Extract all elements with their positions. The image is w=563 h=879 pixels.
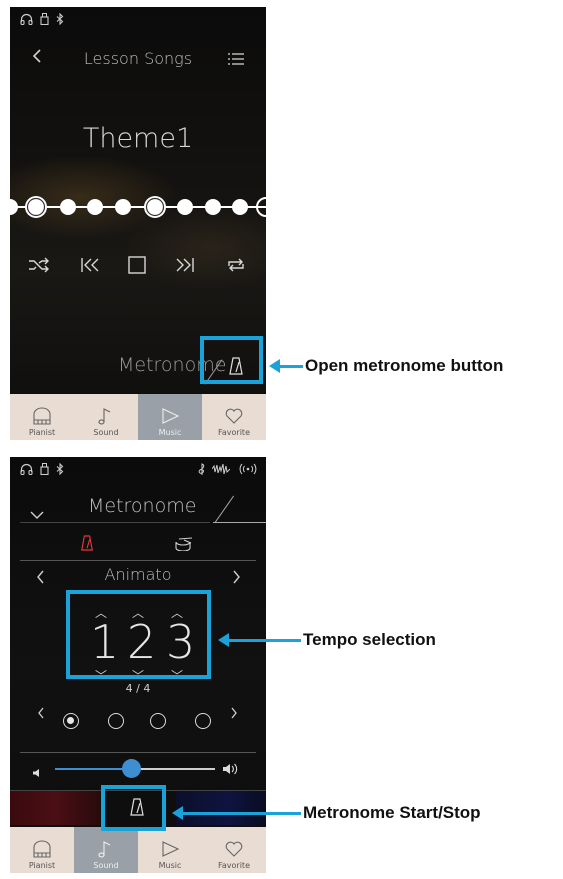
callout-line bbox=[227, 639, 301, 642]
volume-low-icon bbox=[32, 763, 42, 782]
tempo-selection-highlight bbox=[66, 590, 211, 679]
beat-indicator-3 bbox=[150, 713, 166, 729]
callout-line bbox=[181, 812, 301, 815]
music-note-icon bbox=[98, 408, 111, 425]
piano-icon bbox=[33, 840, 51, 858]
heart-icon bbox=[225, 408, 243, 424]
divider bbox=[20, 560, 256, 561]
divider bbox=[214, 495, 235, 523]
volume-high-icon bbox=[222, 761, 240, 780]
nav-music-label: Music bbox=[158, 861, 182, 870]
rhythm-next-icon[interactable] bbox=[232, 569, 241, 588]
divider bbox=[213, 522, 266, 523]
time-signature: 4 / 4 bbox=[125, 682, 151, 695]
nav-favorite[interactable]: Favorite bbox=[202, 827, 266, 873]
nav-pianist[interactable]: Pianist bbox=[10, 394, 74, 440]
volume-slider-knob[interactable] bbox=[122, 759, 141, 778]
music-note-icon bbox=[98, 841, 111, 858]
play-icon bbox=[162, 408, 180, 424]
volume-slider-fill bbox=[55, 768, 131, 770]
usb-icon bbox=[40, 463, 49, 479]
nav-pianist[interactable]: Pianist bbox=[10, 827, 74, 873]
nav-pianist-label: Pianist bbox=[28, 428, 56, 437]
stop-icon[interactable] bbox=[128, 256, 146, 278]
play-icon bbox=[162, 841, 180, 857]
list-menu-icon[interactable] bbox=[228, 51, 244, 70]
tempo-selection-callout: Tempo selection bbox=[303, 630, 436, 649]
nav-sound[interactable]: Sound bbox=[74, 827, 138, 873]
nav-pianist-label: Pianist bbox=[28, 861, 56, 870]
nav-favorite-label: Favorite bbox=[218, 428, 250, 437]
bottom-nav: Pianist Sound Music Favorite bbox=[10, 827, 266, 873]
callout-arrow-icon bbox=[172, 806, 183, 820]
divider bbox=[20, 752, 256, 753]
metronome-title: Metronome bbox=[88, 495, 197, 517]
bottom-nav: Pianist Sound Music Favorite bbox=[10, 394, 266, 440]
callout-line bbox=[278, 365, 303, 368]
heart-icon bbox=[225, 841, 243, 857]
beat-flash-left bbox=[10, 791, 100, 825]
beat-indicator-1 bbox=[63, 713, 79, 729]
next-icon[interactable] bbox=[175, 257, 195, 277]
callout-arrow-icon bbox=[218, 633, 229, 647]
divider bbox=[20, 522, 210, 523]
previous-icon[interactable] bbox=[80, 257, 100, 277]
nav-sound-label: Sound bbox=[93, 861, 119, 870]
headphones-icon bbox=[20, 463, 33, 479]
time-signature-next-icon[interactable] bbox=[230, 704, 238, 723]
tab-metronome[interactable] bbox=[80, 534, 94, 556]
shuffle-icon[interactable] bbox=[28, 257, 50, 277]
repeat-icon[interactable] bbox=[226, 257, 246, 277]
beat-indicator-2 bbox=[108, 713, 124, 729]
tab-drum[interactable] bbox=[175, 536, 193, 555]
song-title: Theme1 bbox=[82, 123, 194, 154]
headphones-icon bbox=[20, 13, 33, 29]
wireless-icon bbox=[239, 463, 257, 479]
treble-clef-icon bbox=[198, 463, 206, 480]
nav-favorite[interactable]: Favorite bbox=[202, 394, 266, 440]
start-stop-callout: Metronome Start/Stop bbox=[303, 803, 481, 822]
open-metronome-highlight bbox=[200, 336, 263, 384]
callout-arrow-icon bbox=[269, 359, 280, 373]
rhythm-name: Animato bbox=[104, 565, 172, 584]
time-signature-prev-icon[interactable] bbox=[37, 704, 45, 723]
song-position-dots[interactable] bbox=[10, 193, 266, 221]
bluetooth-icon bbox=[56, 462, 64, 479]
waveform-icon bbox=[211, 463, 231, 479]
open-metronome-callout: Open metronome button bbox=[305, 356, 504, 375]
start-stop-highlight bbox=[101, 785, 166, 831]
nav-favorite-label: Favorite bbox=[218, 861, 250, 870]
nav-music[interactable]: Music bbox=[138, 827, 202, 873]
metronome-icon bbox=[81, 535, 93, 551]
nav-sound[interactable]: Sound bbox=[74, 394, 138, 440]
bluetooth-icon bbox=[56, 12, 64, 29]
beat-indicator-4 bbox=[195, 713, 211, 729]
nav-music[interactable]: Music bbox=[138, 394, 202, 440]
nav-music-label: Music bbox=[158, 428, 182, 437]
nav-sound-label: Sound bbox=[93, 428, 119, 437]
beat-flash-right bbox=[176, 791, 266, 825]
piano-icon bbox=[33, 407, 51, 425]
usb-icon bbox=[40, 13, 49, 29]
drum-icon bbox=[175, 537, 193, 552]
